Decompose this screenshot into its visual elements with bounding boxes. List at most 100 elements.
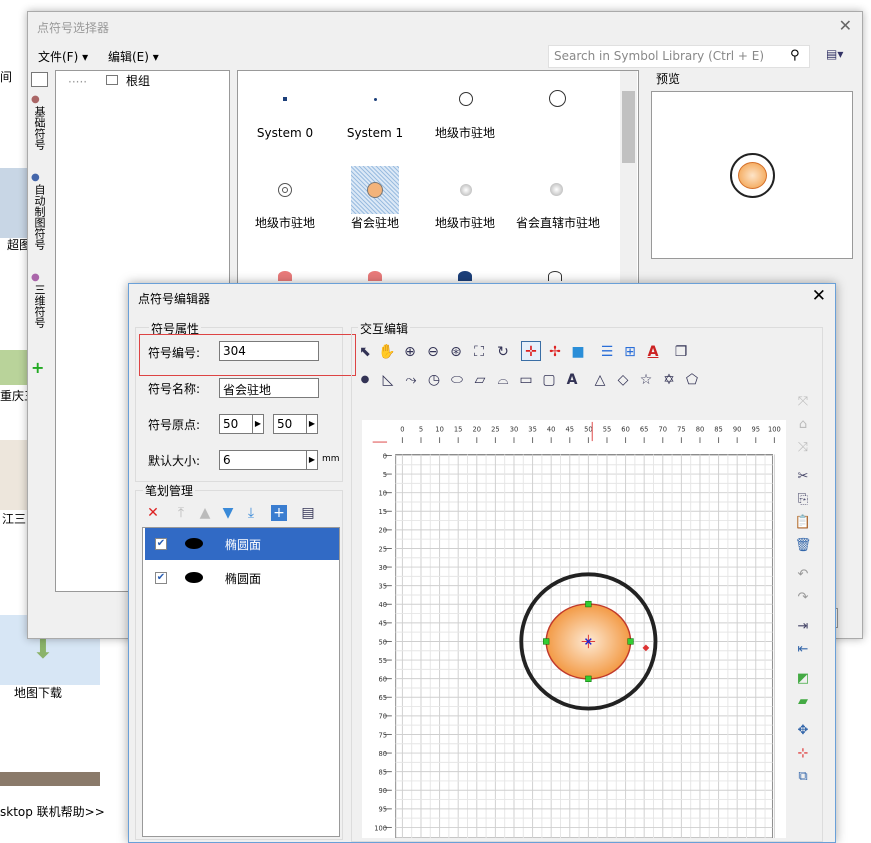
tree-root[interactable]: 根组 xyxy=(126,72,150,89)
ruler-tick-label: 35 xyxy=(379,583,388,591)
tab-3d-symbols[interactable]: 三维符号 xyxy=(31,284,47,328)
add-stroke-icon[interactable]: + xyxy=(271,505,287,521)
select-icon[interactable]: ⬉ xyxy=(355,342,375,362)
trash-icon[interactable]: 🗑 xyxy=(792,538,814,558)
erase-icon[interactable]: ⌂ xyxy=(792,417,814,437)
refresh-icon[interactable]: ↻ xyxy=(493,342,513,362)
name-input[interactable]: 省会驻地 xyxy=(219,378,319,398)
resize-handle xyxy=(627,638,634,645)
symbol-label[interactable]: 地级市驻地 xyxy=(420,214,510,231)
help-link[interactable]: sktop 联机帮助>> xyxy=(0,803,105,820)
draw-parallelogram-icon[interactable]: ▱ xyxy=(470,370,490,390)
ruler-tick-label: 65 xyxy=(640,426,649,434)
text-color-icon[interactable]: A xyxy=(643,342,663,362)
canvas-svg[interactable]: 0055101015152020252530303535404045455050… xyxy=(362,420,786,839)
symbol-label[interactable]: 省会驻地 xyxy=(330,214,420,231)
draw-diamond-icon[interactable]: ◇ xyxy=(613,370,633,390)
draw-star-icon[interactable]: ☆ xyxy=(636,370,656,390)
move-down-icon[interactable]: ▼ xyxy=(218,503,238,523)
code-label: 符号编号: xyxy=(148,346,201,360)
symbol-label[interactable]: 地级市驻地 xyxy=(420,124,510,141)
zoom-in-icon[interactable]: ⊕ xyxy=(400,342,420,362)
split-icon[interactable]: ⤨ xyxy=(792,440,814,460)
grid-icon[interactable]: ⊞ xyxy=(620,342,640,362)
origin-y-input[interactable]: 50 xyxy=(273,414,307,434)
view-mode-icon[interactable]: ▤▾ xyxy=(826,47,843,61)
map-thumbnail[interactable] xyxy=(0,440,28,510)
cut-icon[interactable]: ✂ xyxy=(792,469,814,489)
draw-hexagram-icon[interactable]: ✡ xyxy=(659,370,679,390)
search-icon[interactable]: ⚲ xyxy=(790,48,800,63)
origin-tool-icon[interactable]: ✛ xyxy=(521,341,541,361)
checkbox[interactable]: ✔ xyxy=(155,572,167,584)
selected-symbol[interactable] xyxy=(351,166,399,214)
code-input[interactable]: 304 xyxy=(219,341,319,361)
draw-arc-icon[interactable]: ◷ xyxy=(424,370,444,390)
import-icon[interactable]: ⇥ xyxy=(792,619,814,639)
symbol-label[interactable]: 地级市驻地 xyxy=(240,214,330,231)
draw-rectangle-icon[interactable]: ▭ xyxy=(516,370,536,390)
move-icon[interactable]: ✥ xyxy=(792,723,814,743)
search-input[interactable]: Search in Symbol Library (Ctrl + E) xyxy=(548,45,810,68)
redo-icon[interactable]: ↷ xyxy=(792,590,814,610)
draw-polygon-icon[interactable]: ⬠ xyxy=(682,370,702,390)
undo-icon[interactable]: ↶ xyxy=(792,567,814,587)
folder-icon[interactable] xyxy=(31,72,48,87)
fill-icon[interactable]: ■ xyxy=(568,342,588,362)
ruler-tick-label: 65 xyxy=(379,694,388,702)
draw-ellipse-icon[interactable]: ⬭ xyxy=(447,370,467,390)
map-thumbnail[interactable] xyxy=(0,350,28,385)
size-spin-icon[interactable]: ▶ xyxy=(306,450,318,470)
paste-icon[interactable]: 📋 xyxy=(792,515,814,535)
origin-x-spin-icon[interactable]: ▶ xyxy=(252,414,264,434)
pan-icon[interactable]: ✋ xyxy=(377,342,397,362)
map-thumbnail[interactable] xyxy=(0,168,28,238)
layer-icon[interactable]: ❐ xyxy=(671,342,691,362)
name-label: 符号名称: xyxy=(148,382,201,396)
list-item[interactable]: ✔ 椭圆面 xyxy=(145,562,339,594)
delete-icon[interactable]: ✕ xyxy=(143,503,163,523)
origin-y-spin-icon[interactable]: ▶ xyxy=(306,414,318,434)
draw-polyline-icon[interactable]: ◺ xyxy=(378,370,398,390)
list-item[interactable]: ✔ 椭圆面 xyxy=(145,528,339,560)
checkbox[interactable]: ✔ xyxy=(155,538,167,550)
style-icon[interactable]: ◩ xyxy=(792,671,814,691)
edit-node-icon[interactable]: ⤧ xyxy=(792,394,814,414)
move-bottom-icon[interactable]: ⤓ xyxy=(241,503,261,523)
symbol-label[interactable]: 省会直辖市驻地 xyxy=(510,214,606,231)
menu-file[interactable]: 文件(F) ▾ xyxy=(38,48,88,65)
full-extent-icon[interactable]: ⛶ xyxy=(469,342,489,362)
anchor-icon[interactable]: ✢ xyxy=(545,342,565,362)
draw-curve-icon[interactable]: ⤳ xyxy=(401,370,421,390)
zoom-free-icon[interactable]: ⊛ xyxy=(446,342,466,362)
symbol-label[interactable]: System 0 xyxy=(240,126,330,140)
drawing-canvas[interactable]: 0 0 5 5 10 10 15 15 20 20 25 25 30 30 35 35 40 40 45 45 50 50… xyxy=(362,420,786,839)
draw-text-icon[interactable]: A xyxy=(562,370,582,390)
line-style-icon[interactable]: ☰ xyxy=(597,342,617,362)
align-icon[interactable]: ⧉ xyxy=(792,769,814,789)
download-label[interactable]: 地图下载 xyxy=(14,684,62,701)
tab-auto-mapping[interactable]: 自动制图符号 xyxy=(31,184,47,250)
draw-point-icon[interactable]: ● xyxy=(355,370,375,390)
export-icon[interactable]: ⇤ xyxy=(792,642,814,662)
add-icon[interactable]: + xyxy=(31,358,44,377)
close-icon[interactable]: ✕ xyxy=(812,286,826,306)
menu-edit[interactable]: 编辑(E) ▾ xyxy=(108,48,159,65)
list-icon[interactable]: ▤ xyxy=(298,503,318,523)
draw-triangle-icon[interactable]: △ xyxy=(590,370,610,390)
pivot-icon[interactable]: ⊹ xyxy=(792,746,814,766)
close-icon[interactable]: ✕ xyxy=(839,16,852,35)
map-thumbnail[interactable] xyxy=(0,772,100,786)
symbol-label[interactable]: System 1 xyxy=(330,126,420,140)
tab-basic-symbols[interactable]: 基础符号 xyxy=(31,106,47,150)
move-up-icon[interactable]: ▲ xyxy=(195,503,215,523)
move-top-icon[interactable]: ⤒ xyxy=(171,503,191,523)
zoom-out-icon[interactable]: ⊖ xyxy=(423,342,443,362)
layer-style-icon[interactable]: ▰ xyxy=(792,694,814,714)
draw-pie-icon[interactable]: ⌓ xyxy=(493,370,513,390)
size-input[interactable]: 6 xyxy=(219,450,307,470)
draw-round-rect-icon[interactable]: ▢ xyxy=(539,370,559,390)
ruler-tick-label: 50 xyxy=(379,638,388,646)
origin-x-input[interactable]: 50 xyxy=(219,414,253,434)
copy-icon[interactable]: ⎘ xyxy=(792,492,814,512)
